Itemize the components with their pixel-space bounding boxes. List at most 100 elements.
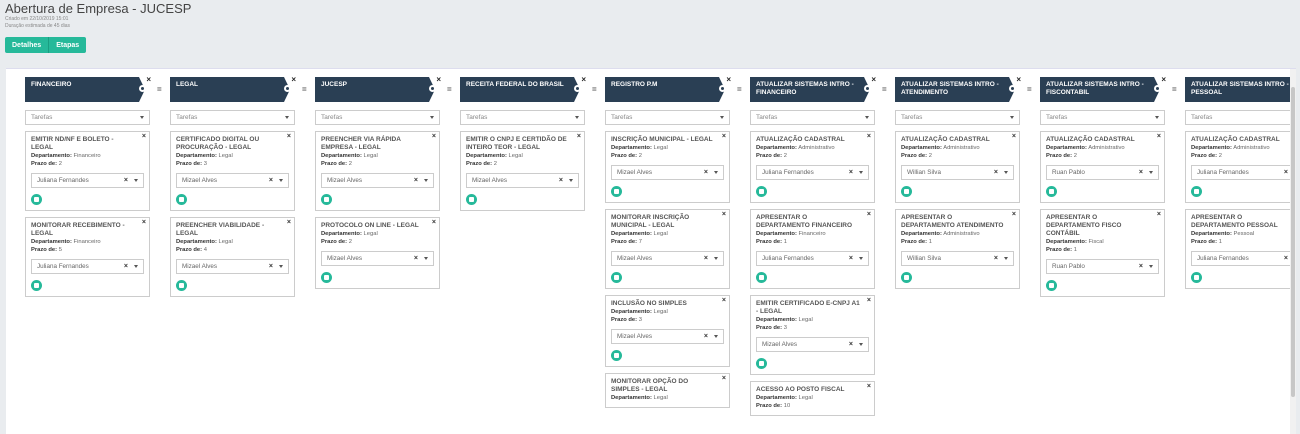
task-action-button[interactable] bbox=[611, 350, 622, 361]
task-action-button[interactable] bbox=[611, 186, 622, 197]
assignee-select[interactable]: Mizael Alves × bbox=[611, 329, 724, 344]
tasks-select[interactable]: Tarefas bbox=[170, 110, 295, 125]
gear-icon[interactable] bbox=[719, 85, 726, 92]
close-icon[interactable]: × bbox=[722, 297, 726, 304]
chevron-down-icon[interactable] bbox=[1149, 265, 1153, 268]
gear-icon[interactable] bbox=[574, 85, 581, 92]
chevron-down-icon[interactable] bbox=[424, 257, 428, 260]
task-action-button[interactable] bbox=[176, 194, 187, 205]
assignee-select[interactable]: Mizael Alves × bbox=[176, 259, 289, 274]
task-card[interactable]: × ACESSO AO POSTO FISCAL Departamento: Leg… bbox=[750, 381, 875, 416]
assignee-select[interactable]: Mizael Alves × bbox=[611, 165, 724, 180]
close-icon[interactable]: × bbox=[436, 75, 441, 84]
task-card[interactable]: × PROTOCOLO ON LINE - LEGAL Departamento: … bbox=[315, 217, 440, 289]
assignee-select[interactable]: Juliana Fernandes × bbox=[1191, 251, 1296, 266]
vertical-scrollbar[interactable] bbox=[1290, 69, 1296, 434]
gear-icon[interactable] bbox=[1154, 85, 1161, 92]
clear-icon[interactable]: × bbox=[1284, 169, 1288, 176]
assignee-select[interactable]: Willian Silva × bbox=[901, 251, 1014, 266]
chevron-down-icon[interactable] bbox=[1004, 171, 1008, 174]
close-icon[interactable]: × bbox=[146, 75, 151, 84]
task-action-button[interactable] bbox=[31, 194, 42, 205]
close-icon[interactable]: × bbox=[577, 133, 581, 140]
clear-icon[interactable]: × bbox=[1139, 263, 1143, 270]
scrollbar-thumb[interactable] bbox=[1291, 87, 1295, 397]
task-card[interactable]: × ATUALIZAÇÃO CADASTRAL Departamento: Admi… bbox=[895, 131, 1020, 203]
clear-icon[interactable]: × bbox=[414, 255, 418, 262]
clear-icon[interactable]: × bbox=[849, 255, 853, 262]
stage-header[interactable]: ATUALIZAR SISTEMAS INTRO - FISCONTABIL × bbox=[1040, 75, 1166, 102]
assignee-select[interactable]: Mizael Alves × bbox=[611, 251, 724, 266]
assignee-select[interactable]: Mizael Alves × bbox=[466, 173, 579, 188]
close-icon[interactable]: × bbox=[1016, 75, 1021, 84]
stage-header[interactable]: FINANCEIRO × bbox=[25, 75, 151, 102]
assignee-select[interactable]: Mizael Alves × bbox=[321, 173, 434, 188]
assignee-select[interactable]: Juliana Fernandes × bbox=[756, 165, 869, 180]
tasks-select[interactable]: Tarefas bbox=[605, 110, 730, 125]
task-card[interactable]: × MONITORAR OPÇÃO DO SIMPLES - LEGAL Depar… bbox=[605, 373, 730, 408]
clear-icon[interactable]: × bbox=[849, 169, 853, 176]
task-action-button[interactable] bbox=[756, 358, 767, 369]
close-icon[interactable]: × bbox=[867, 211, 871, 218]
clear-icon[interactable]: × bbox=[269, 263, 273, 270]
assignee-select[interactable]: Mizael Alves × bbox=[321, 251, 434, 266]
tasks-select[interactable]: Tarefas bbox=[895, 110, 1020, 125]
stage-header[interactable]: RECEITA FEDERAL DO BRASIL × bbox=[460, 75, 586, 102]
task-action-button[interactable] bbox=[321, 272, 332, 283]
task-card[interactable]: × APRESENTAR O DEPARTAMENTO PESSOAL Depart… bbox=[1185, 209, 1296, 289]
assignee-select[interactable]: Juliana Fernandes × bbox=[756, 251, 869, 266]
chevron-down-icon[interactable] bbox=[859, 171, 863, 174]
chevron-down-icon[interactable] bbox=[134, 179, 138, 182]
chevron-down-icon[interactable] bbox=[859, 343, 863, 346]
task-card[interactable]: × EMITIR O CNPJ E CERTIDÃO DE INTEIRO TEO… bbox=[460, 131, 585, 211]
task-card[interactable]: × PREENCHER VIABILIDADE - LEGAL Departamen… bbox=[170, 217, 295, 297]
close-icon[interactable]: × bbox=[722, 211, 726, 218]
clear-icon[interactable]: × bbox=[994, 255, 998, 262]
close-icon[interactable]: × bbox=[722, 375, 726, 382]
tasks-select[interactable]: Tarefas bbox=[750, 110, 875, 125]
close-icon[interactable]: × bbox=[1157, 133, 1161, 140]
assignee-select[interactable]: Mizael Alves × bbox=[756, 337, 869, 352]
chevron-down-icon[interactable] bbox=[714, 257, 718, 260]
tasks-select[interactable]: Tarefas bbox=[25, 110, 150, 125]
clear-icon[interactable]: × bbox=[269, 177, 273, 184]
clear-icon[interactable]: × bbox=[704, 255, 708, 262]
task-card[interactable]: × EMITIR ND/NF E BOLETO - LEGAL Departamen… bbox=[25, 131, 150, 211]
close-icon[interactable]: × bbox=[1161, 75, 1166, 84]
task-action-button[interactable] bbox=[901, 272, 912, 283]
stage-header[interactable]: ATUALIZAR SISTEMAS INTRO - FINANCEIRO × bbox=[750, 75, 876, 102]
close-icon[interactable]: × bbox=[722, 133, 726, 140]
close-icon[interactable]: × bbox=[287, 219, 291, 226]
gear-icon[interactable] bbox=[284, 85, 291, 92]
chevron-down-icon[interactable] bbox=[569, 179, 573, 182]
task-action-button[interactable] bbox=[321, 194, 332, 205]
clear-icon[interactable]: × bbox=[124, 263, 128, 270]
close-icon[interactable]: × bbox=[871, 75, 876, 84]
task-action-button[interactable] bbox=[31, 280, 42, 291]
stage-header[interactable]: REGISTRO P.M × bbox=[605, 75, 731, 102]
assignee-select[interactable]: Ruan Pablo × bbox=[1046, 165, 1159, 180]
task-card[interactable]: × EMITIR CERTIFICADO E-CNPJ A1 - LEGAL Dep… bbox=[750, 295, 875, 375]
task-action-button[interactable] bbox=[611, 272, 622, 283]
task-action-button[interactable] bbox=[756, 186, 767, 197]
task-action-button[interactable] bbox=[1046, 186, 1057, 197]
clear-icon[interactable]: × bbox=[704, 169, 708, 176]
task-card[interactable]: × APRESENTAR O DEPARTAMENTO FISCO CONTÁBI… bbox=[1040, 209, 1165, 297]
chevron-down-icon[interactable] bbox=[714, 335, 718, 338]
assignee-select[interactable]: Mizael Alves × bbox=[176, 173, 289, 188]
task-action-button[interactable] bbox=[1191, 186, 1202, 197]
tab-detalhes[interactable]: Detalhes bbox=[5, 37, 49, 53]
close-icon[interactable]: × bbox=[291, 75, 296, 84]
close-icon[interactable]: × bbox=[432, 219, 436, 226]
close-icon[interactable]: × bbox=[1012, 211, 1016, 218]
close-icon[interactable]: × bbox=[1012, 133, 1016, 140]
assignee-select[interactable]: Juliana Fernandes × bbox=[1191, 165, 1296, 180]
chevron-down-icon[interactable] bbox=[424, 179, 428, 182]
task-card[interactable]: × MONITORAR RECEBIMENTO - LEGAL Departamen… bbox=[25, 217, 150, 297]
close-icon[interactable]: × bbox=[867, 383, 871, 390]
tasks-select[interactable]: Tarefas bbox=[1185, 110, 1296, 125]
tasks-select[interactable]: Tarefas bbox=[460, 110, 585, 125]
task-action-button[interactable] bbox=[1046, 280, 1057, 291]
assignee-select[interactable]: Willian Silva × bbox=[901, 165, 1014, 180]
chevron-down-icon[interactable] bbox=[1004, 257, 1008, 260]
